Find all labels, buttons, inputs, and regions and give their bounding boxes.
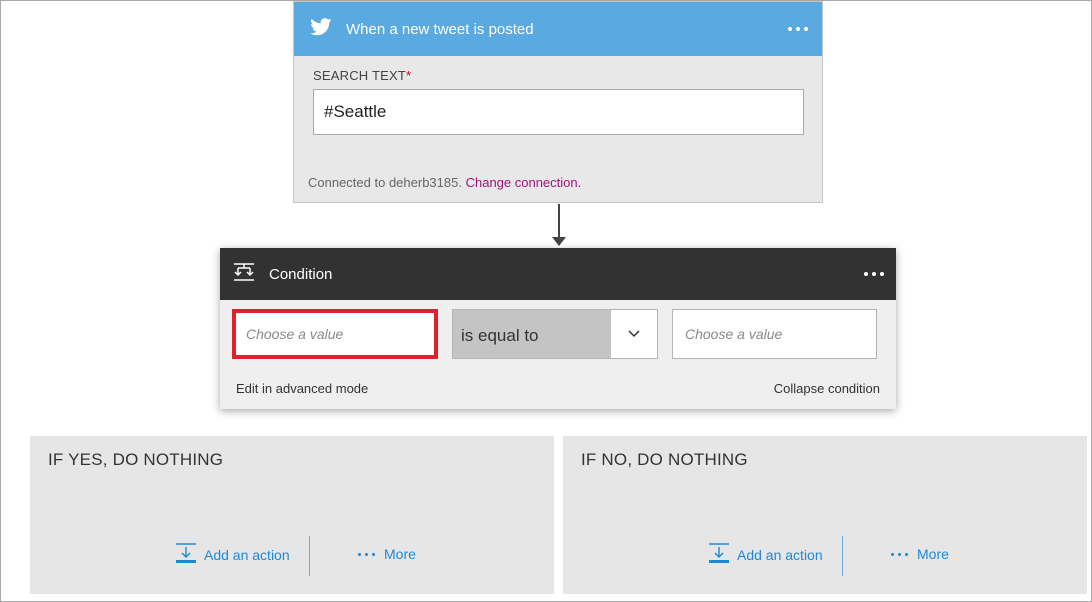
- add-action-icon: [175, 542, 197, 567]
- more-button-yes[interactable]: More: [358, 546, 416, 562]
- condition-more-icon[interactable]: [864, 272, 884, 276]
- condition-icon: [233, 262, 255, 287]
- search-text-input[interactable]: #Seattle: [313, 89, 804, 135]
- trigger-more-icon[interactable]: [788, 27, 808, 31]
- add-action-icon: [708, 542, 730, 567]
- condition-card: Condition Choose a value is equal to Cho…: [220, 248, 896, 409]
- twitter-bird-icon: [310, 17, 332, 41]
- more-button-no[interactable]: More: [891, 546, 949, 562]
- connection-info: Connected to deherb3185. Change connecti…: [308, 175, 582, 190]
- connector-arrow-icon: [552, 237, 566, 246]
- ellipsis-icon: [358, 552, 375, 556]
- trigger-title: When a new tweet is posted: [346, 20, 534, 38]
- branch-no-panel: IF NO, DO NOTHING Add an action More: [563, 436, 1087, 594]
- right-value-input[interactable]: Choose a value: [672, 309, 877, 359]
- designer-canvas: When a new tweet is posted SEARCH TEXT* …: [0, 0, 1092, 602]
- collapse-condition-link[interactable]: Collapse condition: [774, 381, 880, 396]
- trigger-card: When a new tweet is posted SEARCH TEXT* …: [293, 1, 823, 203]
- operator-select[interactable]: is equal to: [452, 309, 658, 359]
- branch-yes-panel: IF YES, DO NOTHING Add an action More: [30, 436, 554, 594]
- left-value-input[interactable]: Choose a value: [232, 309, 438, 359]
- branch-no-title: IF NO, DO NOTHING: [581, 450, 748, 469]
- add-action-button-no[interactable]: Add an action: [708, 542, 823, 567]
- condition-header[interactable]: Condition: [220, 248, 896, 300]
- required-marker: *: [405, 68, 412, 83]
- flow-connector: [558, 204, 560, 240]
- branch-no-actions: Add an action More: [563, 536, 1087, 576]
- branch-yes-title: IF YES, DO NOTHING: [48, 450, 224, 469]
- branch-yes-actions: Add an action More: [30, 536, 554, 576]
- search-text-label: SEARCH TEXT*: [313, 68, 412, 83]
- add-action-button-yes[interactable]: Add an action: [175, 542, 290, 567]
- trigger-header[interactable]: When a new tweet is posted: [294, 2, 822, 56]
- action-divider: [309, 536, 310, 576]
- action-divider: [842, 536, 843, 576]
- ellipsis-icon: [891, 552, 908, 556]
- chevron-down-icon[interactable]: [611, 310, 657, 358]
- edit-advanced-mode-link[interactable]: Edit in advanced mode: [236, 381, 368, 396]
- change-connection-link[interactable]: Change connection.: [466, 175, 582, 190]
- operator-value: is equal to: [453, 310, 611, 358]
- condition-title: Condition: [269, 265, 333, 283]
